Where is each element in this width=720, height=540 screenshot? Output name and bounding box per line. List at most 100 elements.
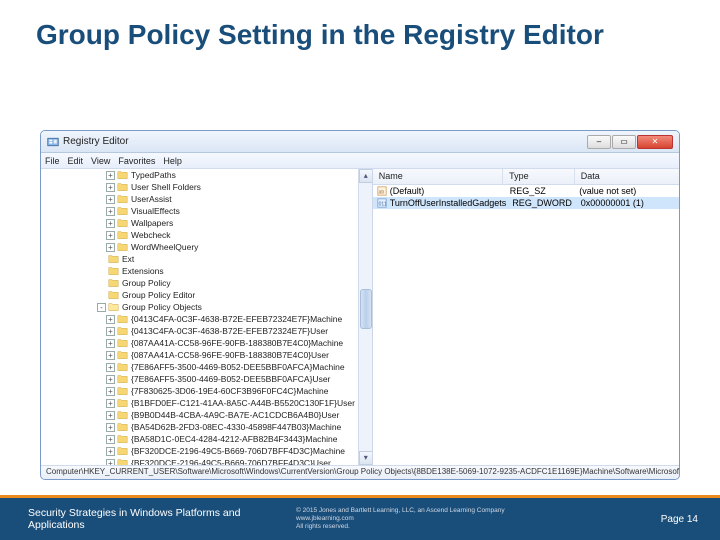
tree-node[interactable]: + UserAssist xyxy=(43,193,362,205)
tree-label: {7E86AFF5-3500-4469-B052-DEE5BBF0AFCA}Ma… xyxy=(131,362,345,372)
expander-icon[interactable]: - xyxy=(97,303,106,312)
tree-label: Group Policy Objects xyxy=(122,302,202,312)
expander-icon[interactable]: + xyxy=(106,231,115,240)
expander-icon[interactable]: + xyxy=(106,219,115,228)
menu-edit[interactable]: Edit xyxy=(68,156,84,166)
expander-icon[interactable]: + xyxy=(106,351,115,360)
folder-icon xyxy=(117,374,128,384)
expander-icon[interactable]: + xyxy=(106,411,115,420)
tree-node[interactable]: +{0413C4FA-0C3F-4638-B72E-EFEB72324E7F}M… xyxy=(43,313,362,325)
folder-icon xyxy=(117,206,128,216)
tree-node[interactable]: + {B1BFD0EF-C121-41AA-8A5C-A44B-B5520C130… xyxy=(43,397,362,409)
value-data: (value not set) xyxy=(573,186,679,196)
minimize-button[interactable]: – xyxy=(587,135,611,149)
folder-icon xyxy=(117,434,128,444)
scroll-down-button[interactable]: ▾ xyxy=(359,451,373,465)
tree-node[interactable]: + TypedPaths xyxy=(43,169,362,181)
value-row[interactable]: 011TurnOffUserInstalledGadgetsREG_DWORD0… xyxy=(373,197,679,209)
tree-node[interactable]: +{BF320DCE-2196-49C5-B669-706D7BFF4D3C}U… xyxy=(43,457,362,465)
tree-label: Webcheck xyxy=(131,230,171,240)
folder-icon xyxy=(117,314,128,324)
folder-icon xyxy=(117,218,128,228)
tree-label: {BF320DCE-2196-49C5-B669-706D7BFF4D3C}Us… xyxy=(131,458,331,465)
tree-label: {B9B0D44B-4CBA-4A9C-BA7E-AC1CDCB6A4B0}Us… xyxy=(131,410,339,420)
expander-icon[interactable]: + xyxy=(106,207,115,216)
expander-icon[interactable]: + xyxy=(106,183,115,192)
tree-node[interactable]: + {BA54D62B-2FD3-08EC-4330-45898F447B03}M… xyxy=(43,421,362,433)
expander-icon[interactable]: + xyxy=(106,423,115,432)
tree-node[interactable]: Group Policy Editor xyxy=(43,289,362,301)
statusbar: Computer\HKEY_CURRENT_USER\Software\Micr… xyxy=(41,465,679,479)
tree-label: TypedPaths xyxy=(131,170,176,180)
scroll-up-button[interactable]: ▴ xyxy=(359,169,373,183)
expander-icon[interactable]: + xyxy=(106,195,115,204)
tree-label: {BA54D62B-2FD3-08EC-4330-45898F447B03}Ma… xyxy=(131,422,341,432)
tree-label: UserAssist xyxy=(131,194,172,204)
value-name: (Default) xyxy=(390,186,425,196)
tree-pane[interactable]: + TypedPaths + User Shell Folders + UserAssis… xyxy=(41,169,373,465)
values-header[interactable]: Name Type Data xyxy=(373,169,679,185)
expander-icon[interactable]: + xyxy=(106,399,115,408)
tree-label: {BF320DCE-2196-49C5-B669-706D7BFF4D3C}Ma… xyxy=(131,446,345,456)
tree-node[interactable]: +{087AA41A-CC58-96FE-90FB-188380B7E4C0}U… xyxy=(43,349,362,361)
tree-node[interactable]: +{BA58D1C-0EC4-4284-4212-AFB82B4F3443}Ma… xyxy=(43,433,362,445)
col-data[interactable]: Data xyxy=(575,169,679,184)
tree-label: {B1BFD0EF-C121-41AA-8A5C-A44B-B5520C130F… xyxy=(131,398,355,408)
tree-node[interactable]: - Group Policy Objects xyxy=(43,301,362,313)
expander-icon[interactable]: + xyxy=(106,243,115,252)
titlebar[interactable]: Registry Editor – ▭ ✕ xyxy=(41,131,679,153)
tree-node[interactable]: +Wallpapers xyxy=(43,217,362,229)
expander-icon[interactable]: + xyxy=(106,171,115,180)
value-row[interactable]: ab(Default)REG_SZ(value not set) xyxy=(373,185,679,197)
tree-label: WordWheelQuery xyxy=(131,242,198,252)
folder-icon xyxy=(117,446,128,456)
footer-left: Security Strategies in Windows Platforms… xyxy=(0,507,296,531)
col-type[interactable]: Type xyxy=(503,169,575,184)
expander-icon[interactable]: + xyxy=(106,339,115,348)
tree-label: Ext xyxy=(122,254,134,264)
expander-icon[interactable]: + xyxy=(106,435,115,444)
folder-icon xyxy=(108,302,119,312)
tree-node[interactable]: Group Policy xyxy=(43,277,362,289)
expander-icon[interactable]: + xyxy=(106,447,115,456)
scroll-thumb[interactable] xyxy=(360,289,372,329)
expander-icon[interactable]: + xyxy=(106,363,115,372)
tree-node[interactable]: Extensions xyxy=(43,265,362,277)
menu-favorites[interactable]: Favorites xyxy=(118,156,155,166)
tree-node[interactable]: + {B9B0D44B-4CBA-4A9C-BA7E-AC1CDCB6A4B0}U… xyxy=(43,409,362,421)
tree-node[interactable]: +VisualEffects xyxy=(43,205,362,217)
menu-file[interactable]: File xyxy=(45,156,60,166)
tree-label: {7F830625-3D06-19E4-60CF3B96F0FC4C}Machi… xyxy=(131,386,329,396)
tree-node[interactable]: +{0413C4FA-0C3F-4638-B72E-EFEB72324E7F}U… xyxy=(43,325,362,337)
tree-node[interactable]: +{7E86AFF5-3500-4469-B052-DEE5BBF0AFCA}U… xyxy=(43,373,362,385)
tree-node[interactable]: + User Shell Folders xyxy=(43,181,362,193)
menu-view[interactable]: View xyxy=(91,156,110,166)
values-pane[interactable]: Name Type Data ab(Default)REG_SZ(value n… xyxy=(373,169,679,465)
footer-center: © 2015 Jones and Bartlett Learning, LLC,… xyxy=(296,507,591,531)
tree-label: User Shell Folders xyxy=(131,182,201,192)
value-data: 0x00000001 (1) xyxy=(575,198,679,208)
tree-node[interactable]: +{087AA41A-CC58-96FE-90FB-188380B7E4C0}M… xyxy=(43,337,362,349)
expander-icon[interactable]: + xyxy=(106,315,115,324)
tree-node[interactable]: + {7E86AFF5-3500-4469-B052-DEE5BBF0AFCA}M… xyxy=(43,361,362,373)
expander-icon[interactable]: + xyxy=(106,387,115,396)
tree-node[interactable]: + {7F830625-3D06-19E4-60CF3B96F0FC4C}Mach… xyxy=(43,385,362,397)
folder-icon xyxy=(108,254,119,264)
expander-icon[interactable]: + xyxy=(106,327,115,336)
tree-node[interactable]: + {BF320DCE-2196-49C5-B669-706D7BFF4D3C}M… xyxy=(43,445,362,457)
expander-icon[interactable]: + xyxy=(106,375,115,384)
slide: Group Policy Setting in the Registry Edi… xyxy=(0,0,720,540)
tree-label: Extensions xyxy=(122,266,164,276)
footer-url: www.jblearning.com xyxy=(296,515,591,523)
slide-footer: Security Strategies in Windows Platforms… xyxy=(0,498,720,540)
close-button[interactable]: ✕ xyxy=(637,135,673,149)
folder-icon xyxy=(117,410,128,420)
tree-node[interactable]: Ext xyxy=(43,253,362,265)
col-name[interactable]: Name xyxy=(373,169,503,184)
tree-node[interactable]: + WordWheelQuery xyxy=(43,241,362,253)
folder-icon xyxy=(108,278,119,288)
tree-node[interactable]: + Webcheck xyxy=(43,229,362,241)
menu-help[interactable]: Help xyxy=(163,156,182,166)
tree-scrollbar[interactable]: ▴ ▾ xyxy=(358,169,372,465)
maximize-button[interactable]: ▭ xyxy=(612,135,636,149)
